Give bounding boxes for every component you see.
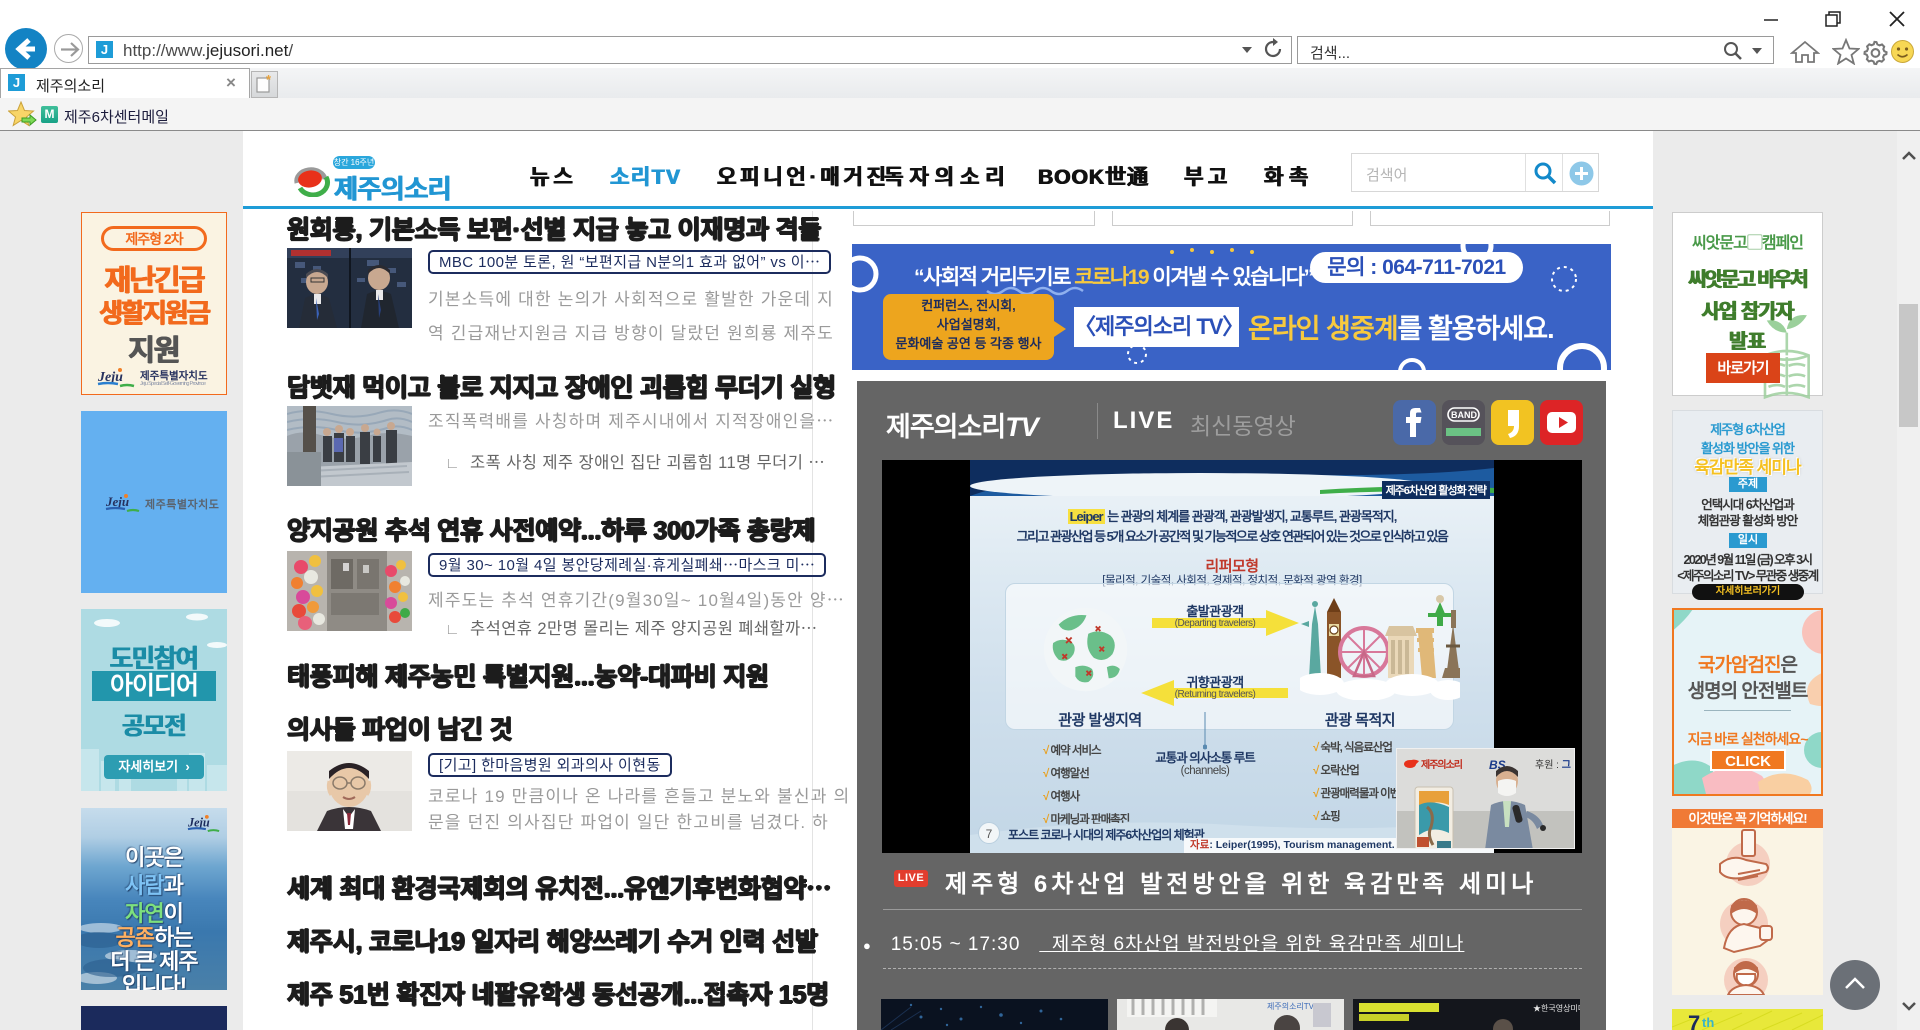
svg-text:제주의소리TV: 제주의소리TV xyxy=(1267,1001,1315,1011)
svg-text:제주의소리: 제주의소리 xyxy=(1421,758,1463,771)
svg-text:Jeju Special Self-Governing Pr: Jeju Special Self-Governing Province xyxy=(140,381,206,387)
svg-text:7: 7 xyxy=(1688,1011,1700,1030)
svg-text:*: * xyxy=(266,72,272,87)
svg-text:th: th xyxy=(1702,1015,1714,1030)
svg-text:BAND: BAND xyxy=(1451,410,1477,420)
svg-text:★한국영상미디어: ★한국영상미디어 xyxy=(1533,1003,1580,1013)
svg-text:후원 : 그: 후원 : 그 xyxy=(1535,759,1571,771)
